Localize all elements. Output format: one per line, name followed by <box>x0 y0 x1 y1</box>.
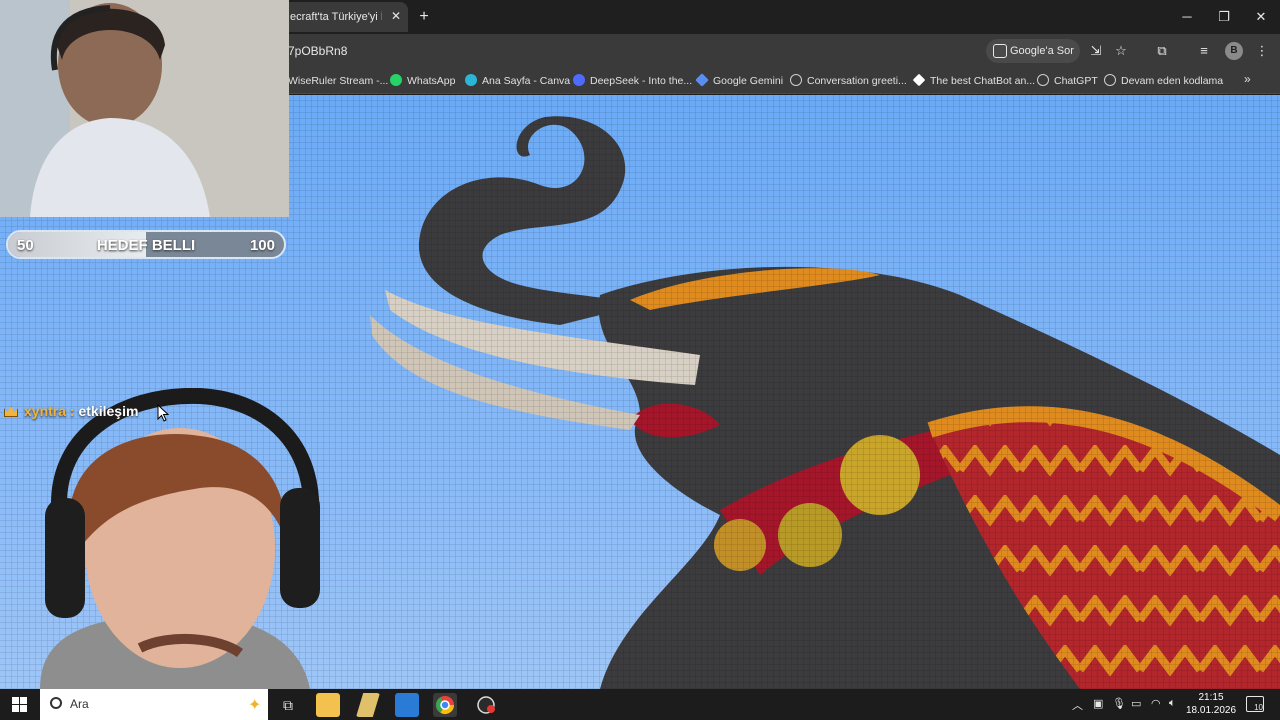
canva-icon <box>465 74 477 86</box>
screen: ecraft'ta Türkiye'yi İnş ✕ + ─ ❐ ✕ 7pOBb… <box>0 0 1280 720</box>
address-bar[interactable]: 7pOBbRn8 <box>288 44 347 58</box>
recording-app-icon[interactable] <box>474 693 498 717</box>
taskbar-search-input[interactable]: Ara ✦ <box>40 689 268 720</box>
profile-avatar[interactable]: B <box>1225 42 1243 60</box>
bookmark-label: ChatGPT <box>1054 75 1098 87</box>
streamer-video-icon <box>0 0 289 217</box>
pencil-app-icon[interactable] <box>356 693 380 717</box>
chat-username: xyntra <box>24 403 67 419</box>
bookmark-item[interactable]: ChatGPT <box>1037 73 1098 89</box>
bookmark-item[interactable]: DeepSeek - Into the... <box>573 73 692 89</box>
wifi-icon[interactable]: ◠ <box>1151 697 1161 710</box>
clock-time: 21:15 <box>1198 692 1224 703</box>
bookmark-item[interactable]: WhatsApp <box>390 73 455 89</box>
new-tab-button[interactable]: + <box>414 7 434 27</box>
microphone-icon[interactable]: 🎙︎ <box>1112 697 1126 710</box>
lens-icon <box>993 44 1007 58</box>
ask-google-label: Google'a Sor <box>1010 45 1074 57</box>
bookmark-label: WiseRuler Stream -... <box>288 75 389 87</box>
sparkle-icon: ✦ <box>248 697 262 714</box>
windows-start-icon[interactable] <box>12 697 27 712</box>
ask-google-button[interactable]: Google'a Sor <box>986 39 1080 63</box>
chrome-icon[interactable] <box>433 693 457 717</box>
clock[interactable]: 21:15 18.01.2026 <box>1186 691 1236 717</box>
openai-icon <box>1104 74 1116 86</box>
store-icon[interactable] <box>395 693 419 717</box>
bookmark-label: WhatsApp <box>407 75 456 87</box>
deepseek-icon <box>573 74 585 86</box>
close-window-button[interactable]: ✕ <box>1248 6 1274 28</box>
bookmark-label: The best ChatBot an... <box>930 75 1036 87</box>
whatsapp-icon <box>390 74 402 86</box>
notification-count: 10 <box>1254 703 1263 712</box>
bookmark-label: Conversation greeti... <box>807 75 907 87</box>
task-view-icon[interactable]: ⧉ <box>276 693 300 717</box>
streamer-webcam <box>0 0 289 217</box>
media-control-icon[interactable]: ≡ <box>1195 42 1213 60</box>
install-app-icon[interactable]: ⇲ <box>1087 42 1105 60</box>
goal-progress-bar: 50 HEDEF BELLI 100 <box>6 230 286 259</box>
bookmark-item[interactable]: Google Gemini <box>695 73 784 89</box>
chat-text: etkileşim <box>78 403 139 419</box>
restore-button[interactable]: ❐ <box>1211 6 1237 28</box>
bookmark-label: Devam eden kodlama <box>1121 75 1224 87</box>
bookmark-item[interactable]: WiseRuler Stream -... <box>288 73 388 89</box>
bookmark-label: Google Gemini <box>713 75 784 87</box>
menu-kebab-icon[interactable]: ⋮ <box>1253 42 1271 60</box>
gemini-icon <box>695 73 709 87</box>
clock-date: 18.01.2026 <box>1186 705 1237 716</box>
bookmark-star-icon[interactable]: ☆ <box>1112 42 1130 60</box>
minimize-button[interactable]: ─ <box>1174 6 1200 28</box>
tray-camera-icon[interactable]: ▣ <box>1093 697 1103 710</box>
mouse-cursor-icon <box>157 404 169 422</box>
goal-label: HEDEF BELLI <box>96 237 196 254</box>
volume-icon[interactable]: 🔈︎ <box>1169 697 1176 710</box>
guest-webcam <box>0 388 330 689</box>
tab-title: ecraft'ta Türkiye'yi İnş <box>290 11 382 23</box>
file-explorer-icon[interactable] <box>316 693 340 717</box>
notification-center-icon[interactable]: 10 <box>1246 696 1264 712</box>
tray-chevron-up-icon[interactable]: ︿ <box>1072 697 1083 713</box>
crown-icon <box>4 406 18 417</box>
battery-icon[interactable]: ▭ <box>1131 697 1141 710</box>
bookmark-item[interactable]: The best ChatBot an... <box>912 73 1036 89</box>
bookmark-label: DeepSeek - Into the... <box>590 75 693 87</box>
guest-video-icon <box>40 388 320 689</box>
chat-message: xyntra : etkileşim <box>4 403 138 421</box>
search-icon <box>50 697 62 709</box>
close-tab-icon[interactable]: ✕ <box>388 8 404 24</box>
bookmark-item[interactable]: Conversation greeti... <box>790 73 907 89</box>
extensions-icon[interactable]: ⧉ <box>1153 42 1171 60</box>
bookmark-label: Ana Sayfa - Canva <box>482 75 571 87</box>
openai-icon <box>1037 74 1049 86</box>
chat-separator: : <box>66 403 79 419</box>
windows-taskbar: Ara ✦ ⧉ ︿ ▣ 🎙︎ ▭ ◠ 🔈︎ 21:15 18.01.2026 1… <box>0 689 1280 720</box>
bookmark-item[interactable]: Ana Sayfa - Canva <box>465 73 570 89</box>
more-bookmarks-chevron-icon[interactable]: » <box>1244 72 1251 86</box>
search-placeholder: Ara <box>70 697 89 711</box>
chatbot-icon <box>912 73 926 87</box>
openai-icon <box>790 74 802 86</box>
browser-tab[interactable]: ecraft'ta Türkiye'yi İnş ✕ <box>282 2 408 32</box>
goal-end-value: 100 <box>249 237 275 254</box>
bookmark-item[interactable]: Devam eden kodlama <box>1104 73 1223 89</box>
